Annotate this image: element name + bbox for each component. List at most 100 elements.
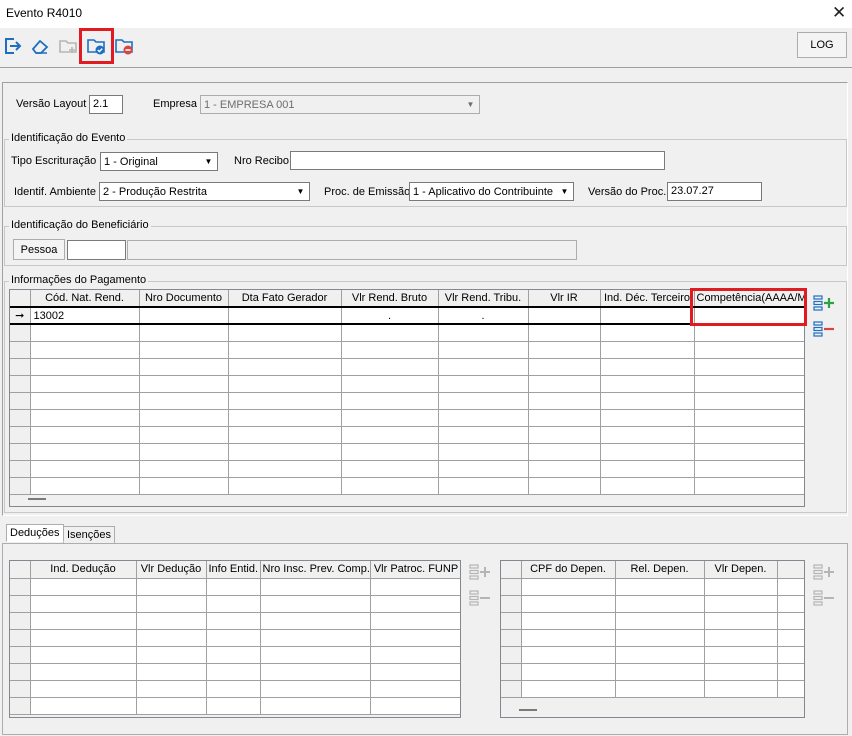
table-cell[interactable] (704, 680, 778, 698)
table-cell[interactable] (206, 612, 261, 630)
ambiente-select[interactable]: 2 - Produção Restrita ▼ (99, 182, 310, 201)
log-button[interactable]: LOG (797, 32, 847, 58)
pessoa-code-field[interactable] (67, 240, 126, 260)
table-cell[interactable] (260, 697, 371, 715)
table-cell[interactable] (370, 595, 460, 613)
table-cell[interactable] (30, 595, 137, 613)
table-row[interactable] (10, 612, 460, 630)
table-cell[interactable] (704, 595, 778, 613)
table-cell[interactable] (30, 646, 137, 664)
table-cell[interactable] (438, 392, 529, 410)
table-cell[interactable] (260, 629, 371, 647)
table-cell[interactable] (341, 375, 439, 393)
table-cell[interactable] (521, 646, 616, 664)
table-row[interactable] (10, 426, 804, 444)
proc-emissao-select[interactable]: 1 - Aplicativo do Contribuinte ▼ (409, 182, 574, 201)
table-cell[interactable]: . (438, 307, 529, 325)
table-cell[interactable] (521, 680, 616, 698)
table-cell[interactable] (777, 646, 804, 664)
table-cell[interactable] (777, 595, 804, 613)
table-cell[interactable] (30, 477, 140, 495)
table-cell[interactable] (615, 629, 705, 647)
table-row[interactable] (10, 443, 804, 461)
table-cell[interactable] (615, 595, 705, 613)
table-cell[interactable] (615, 646, 705, 664)
deducoes-grid[interactable]: Ind. Dedução Vlr Dedução Info Entid. Nro In… (9, 560, 461, 718)
add-folder-button[interactable] (56, 33, 80, 59)
table-cell[interactable] (521, 578, 616, 596)
table-cell[interactable] (206, 680, 261, 698)
table-cell[interactable] (206, 646, 261, 664)
table-cell[interactable] (136, 646, 207, 664)
table-cell[interactable] (260, 680, 371, 698)
table-row[interactable] (501, 646, 804, 664)
table-cell[interactable] (704, 612, 778, 630)
table-row[interactable] (10, 663, 460, 681)
table-cell[interactable] (600, 460, 695, 478)
table-cell[interactable] (521, 629, 616, 647)
table-cell[interactable] (694, 324, 804, 342)
table-cell[interactable] (228, 324, 342, 342)
dependentes-add-button[interactable] (811, 561, 837, 583)
pessoa-button[interactable]: Pessoa (13, 239, 65, 260)
table-cell[interactable] (615, 680, 705, 698)
table-cell[interactable] (694, 341, 804, 359)
table-cell[interactable] (528, 324, 601, 342)
table-cell[interactable] (30, 409, 140, 427)
table-cell[interactable]: . (341, 307, 439, 325)
table-row[interactable] (10, 477, 804, 495)
table-cell[interactable] (777, 612, 804, 630)
table-cell[interactable] (370, 697, 460, 715)
table-cell[interactable] (139, 324, 229, 342)
versao-layout-field[interactable]: 2.1 (89, 95, 123, 114)
table-cell[interactable] (370, 680, 460, 698)
dependentes-grid[interactable]: CPF do Depen. Rel. Depen. Vlr Depen. (500, 560, 805, 718)
table-cell[interactable] (139, 409, 229, 427)
table-cell[interactable] (341, 324, 439, 342)
table-row[interactable] (501, 612, 804, 630)
table-cell[interactable] (136, 612, 207, 630)
table-cell[interactable] (260, 578, 371, 596)
table-cell[interactable] (777, 680, 804, 698)
column-header[interactable]: Rel. Depen. (615, 561, 705, 579)
table-cell[interactable] (341, 358, 439, 376)
table-cell[interactable] (528, 375, 601, 393)
table-cell[interactable] (600, 443, 695, 461)
table-row[interactable] (10, 680, 460, 698)
table-cell[interactable] (600, 307, 695, 325)
column-header[interactable]: Ind. Dedução (30, 561, 137, 579)
table-cell[interactable] (139, 358, 229, 376)
table-cell[interactable] (206, 595, 261, 613)
table-cell[interactable] (528, 443, 601, 461)
table-cell[interactable] (438, 443, 529, 461)
table-cell[interactable] (139, 375, 229, 393)
table-cell[interactable] (600, 341, 695, 359)
table-cell[interactable] (694, 358, 804, 376)
table-cell[interactable] (228, 426, 342, 444)
column-header[interactable]: CPF do Depen. (521, 561, 616, 579)
table-cell[interactable] (30, 358, 140, 376)
table-cell[interactable] (370, 612, 460, 630)
table-cell[interactable] (206, 629, 261, 647)
table-row[interactable] (10, 324, 804, 342)
column-header[interactable]: Ind. Déc. Terceiro (600, 290, 695, 308)
table-row[interactable] (10, 409, 804, 427)
table-row[interactable] (10, 629, 460, 647)
table-cell[interactable] (136, 663, 207, 681)
table-cell[interactable] (600, 426, 695, 444)
table-cell[interactable] (521, 663, 616, 681)
deducoes-remove-button[interactable] (467, 587, 493, 609)
column-header[interactable]: Info Entid. (206, 561, 261, 579)
table-cell[interactable] (228, 477, 342, 495)
table-cell[interactable] (341, 426, 439, 444)
table-cell[interactable] (30, 697, 137, 715)
table-cell[interactable] (139, 477, 229, 495)
table-cell[interactable] (615, 578, 705, 596)
table-cell[interactable] (136, 595, 207, 613)
table-cell[interactable] (615, 612, 705, 630)
table-cell[interactable] (30, 663, 137, 681)
nro-recibo-field[interactable] (290, 151, 665, 170)
table-cell[interactable] (30, 680, 137, 698)
table-cell[interactable] (206, 578, 261, 596)
table-cell[interactable] (438, 426, 529, 444)
